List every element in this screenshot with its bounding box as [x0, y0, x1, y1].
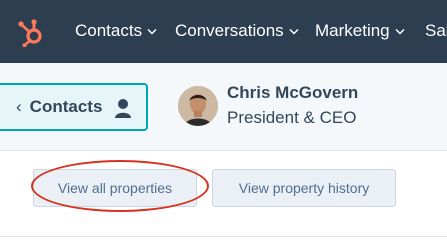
chevron-down-icon	[147, 28, 157, 35]
nav-item-contacts[interactable]: Contacts	[75, 21, 157, 41]
nav-item-label: Sal	[425, 21, 447, 40]
contact-avatar	[178, 86, 218, 126]
nav-item-label: Conversations	[175, 21, 284, 40]
back-button-label: Contacts	[29, 97, 103, 116]
nav-item-label: Marketing	[315, 21, 390, 40]
nav-item-conversations[interactable]: Conversations	[175, 21, 299, 41]
nav-item-marketing[interactable]: Marketing	[315, 21, 405, 41]
chevron-down-icon	[395, 28, 405, 35]
hubspot-logo-icon[interactable]	[17, 17, 47, 47]
contact-name: Chris McGovern	[227, 83, 359, 102]
view-property-history-button[interactable]: View property history	[212, 169, 396, 207]
nav-item-sales[interactable]: Sal	[425, 21, 447, 41]
person-icon	[115, 99, 131, 118]
back-to-contacts-button[interactable]: ‹ Contacts	[0, 83, 148, 131]
top-navigation-bar: Contacts Conversations Marketing Sal	[0, 0, 447, 63]
chevron-left-icon: ‹	[16, 97, 22, 116]
next-section	[0, 237, 447, 252]
nav-item-label: Contacts	[75, 21, 143, 40]
chevron-down-icon	[289, 28, 299, 35]
avatar-photo	[178, 86, 218, 126]
contact-title: President & CEO	[227, 108, 357, 127]
highlight-annotation-oval	[31, 160, 209, 212]
